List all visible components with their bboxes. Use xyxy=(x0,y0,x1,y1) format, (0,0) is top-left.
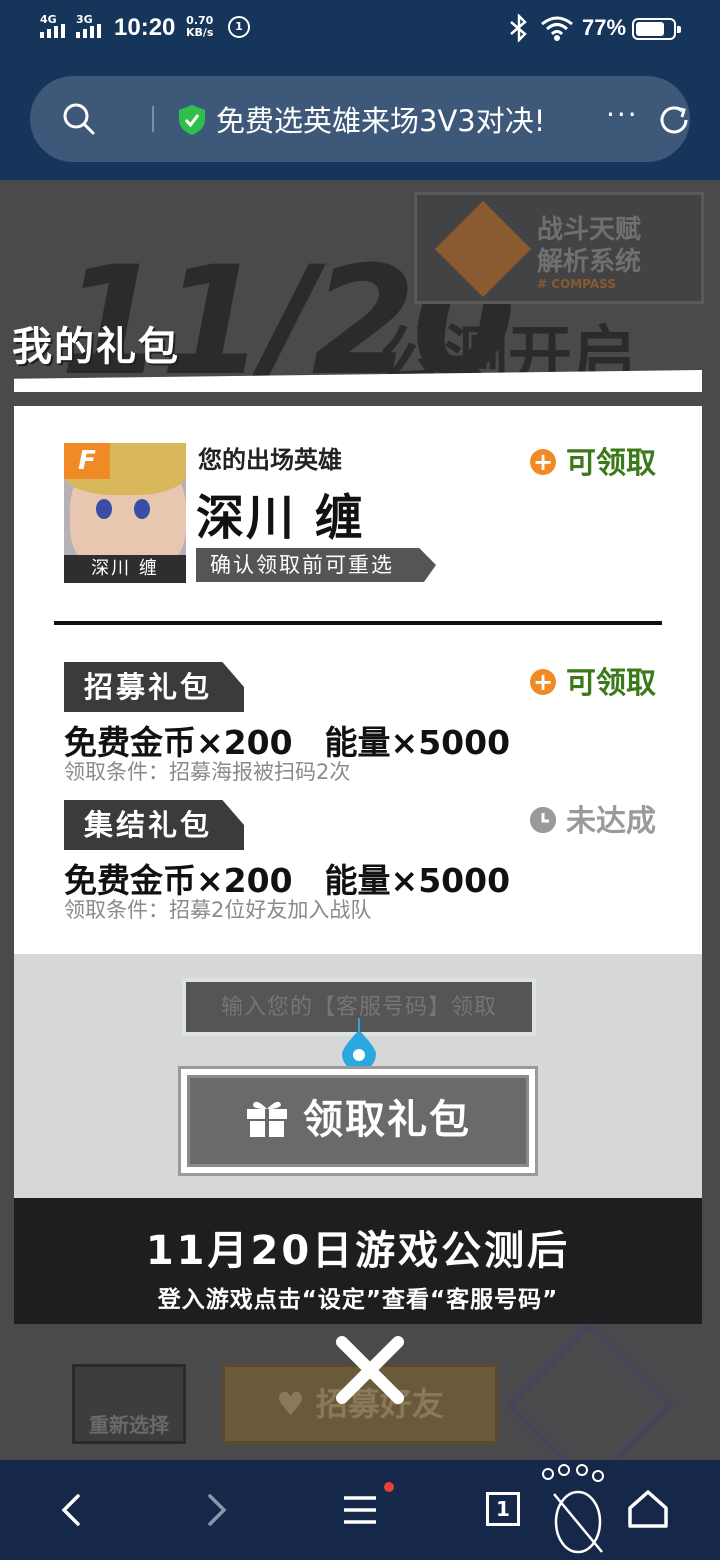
pack-1-claim-status[interactable]: + 可领取 xyxy=(530,658,656,702)
hero-claim-label: 可领取 xyxy=(566,446,656,481)
hero-name: 深川 缠 xyxy=(196,490,365,546)
text-cursor-handle[interactable] xyxy=(340,1018,378,1070)
close-icon[interactable] xyxy=(334,1334,406,1406)
signal-icon xyxy=(40,24,70,38)
claim-gift-label: 领取礼包 xyxy=(303,1097,471,1143)
hero-claim-status[interactable]: + 可领取 xyxy=(530,438,656,482)
page-title[interactable]: 免费选英雄来场3V3对决! xyxy=(216,98,545,140)
forward-icon[interactable] xyxy=(188,1482,244,1538)
hero-avatar[interactable]: F 深川 缠 xyxy=(64,443,186,583)
plus-icon: + xyxy=(530,449,556,475)
claim-gift-button-frame[interactable]: 领取礼包 xyxy=(178,1066,538,1176)
tabs-button[interactable]: 1 xyxy=(486,1492,520,1526)
clock-icon xyxy=(530,807,556,833)
secure-shield-icon xyxy=(179,105,205,135)
home-icon[interactable] xyxy=(620,1482,676,1538)
pack-2-claim-label: 未达成 xyxy=(566,804,656,839)
notification-badge: 1 xyxy=(228,16,250,38)
compass-line-2: 解析系统 xyxy=(537,247,642,277)
pack-2-claim-status: 未达成 xyxy=(530,796,656,840)
hero-label: 您的出场英雄 xyxy=(198,446,342,474)
wifi-icon xyxy=(541,16,573,41)
network-speed-unit: KB/s xyxy=(186,26,214,39)
pack-1-condition: 领取条件：招募海报被扫码2次 xyxy=(64,760,351,784)
menu-icon[interactable] xyxy=(332,1482,388,1538)
gift-icon xyxy=(247,1101,287,1137)
browser-header: 4G 3G 10:20 0.70 KB/s 1 77% 免费选英雄来场3V3对决… xyxy=(0,0,720,180)
pack-1-claim-label: 可领取 xyxy=(566,666,656,701)
browser-nav-bar: 1 xyxy=(0,1460,720,1560)
gift-card: F 深川 缠 您的出场英雄 深川 缠 确认领取前可重选 + 可领取 招募礼包 + 可… xyxy=(14,406,702,954)
bg-reselect-button: 重新选择 xyxy=(72,1364,186,1444)
info-line-2: 登入游戏点击“设定”查看“客服号码” xyxy=(157,1287,559,1313)
hero-reselect-note[interactable]: 确认领取前可重选 xyxy=(196,548,436,582)
search-icon[interactable] xyxy=(62,102,96,136)
claim-gift-button[interactable]: 领取礼包 xyxy=(187,1075,529,1167)
address-bar[interactable]: 免费选英雄来场3V3对决! ··· xyxy=(30,76,690,162)
hero-tag: F xyxy=(64,443,110,479)
info-band: 11月20日游戏公测后 登入游戏点击“设定”查看“客服号码” xyxy=(14,1198,702,1324)
address-divider xyxy=(152,106,154,132)
back-icon[interactable] xyxy=(44,1482,100,1538)
bg-compass-banner: 战斗天赋 解析系统 # COMPASS xyxy=(414,192,704,304)
pack-1-energy: 能量×5000 xyxy=(324,723,511,762)
bluetooth-icon xyxy=(508,12,530,48)
compass-line-3: # COMPASS xyxy=(537,277,616,291)
pack-2-name: 集结礼包 xyxy=(64,800,244,850)
menu-notification-dot xyxy=(384,1482,394,1492)
status-bar: 4G 3G 10:20 0.70 KB/s 1 77% xyxy=(0,0,720,58)
footprint-icon[interactable] xyxy=(540,1464,614,1558)
info-line-1: 11月20日游戏公测后 xyxy=(145,1228,571,1274)
network-speed: 0.70 KB/s xyxy=(186,15,213,39)
hero-avatar-name: 深川 缠 xyxy=(64,555,186,583)
clock: 10:20 xyxy=(114,14,176,41)
claim-section: 领取礼包 xyxy=(14,954,702,1198)
pack-1-name: 招募礼包 xyxy=(64,662,244,712)
modal-title: 我的礼包 xyxy=(12,324,180,370)
divider xyxy=(54,621,662,625)
plus-icon: + xyxy=(530,669,556,695)
battery-percent: 77% xyxy=(582,15,627,40)
signal-icon-2 xyxy=(76,24,106,38)
bg-gift-icon xyxy=(505,1320,675,1460)
compass-logo xyxy=(434,200,532,298)
more-options-button[interactable]: ··· xyxy=(606,98,639,131)
battery-icon xyxy=(632,18,681,40)
reload-icon[interactable] xyxy=(656,102,692,138)
pack-2-condition: 领取条件：招募2位好友加入战队 xyxy=(64,898,372,922)
